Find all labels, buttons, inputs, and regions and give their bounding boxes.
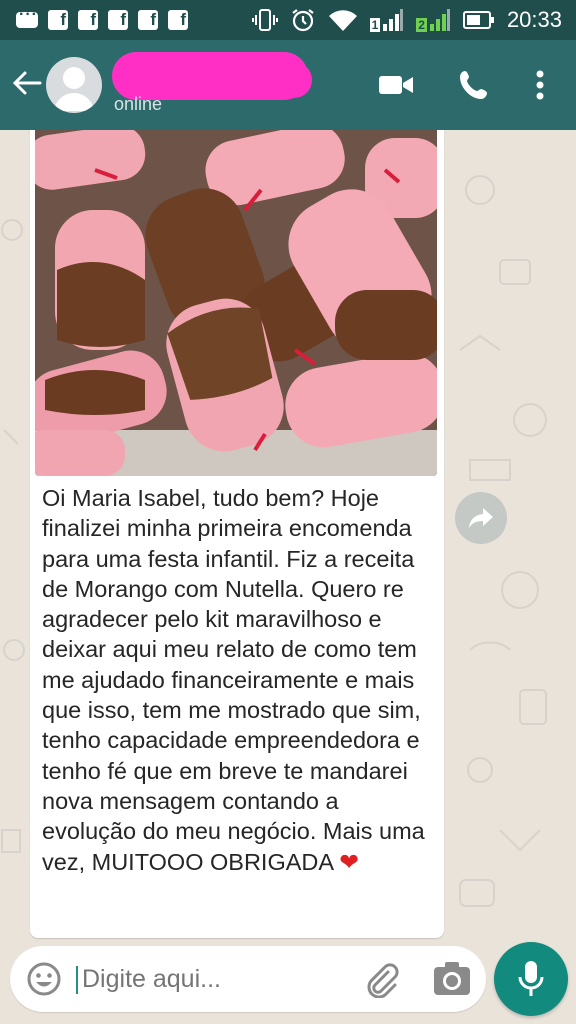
sim1-label: 1 <box>369 18 381 32</box>
sim2-label: 2 <box>416 18 427 32</box>
text-caret <box>76 966 78 994</box>
video-call-icon <box>379 76 413 94</box>
clock: 20:33 <box>506 7 562 32</box>
message-text: Oi Maria Isabel, tudo bem? Hoje finalize… <box>42 483 438 877</box>
message-input-container[interactable] <box>10 946 486 1012</box>
back-arrow-icon[interactable] <box>10 66 44 100</box>
attach-icon[interactable] <box>362 960 400 998</box>
forward-icon <box>469 508 493 528</box>
microphone-icon <box>518 961 544 996</box>
vibrate-icon <box>251 9 278 31</box>
facebook-icon: f <box>78 10 98 30</box>
signal-icon <box>429 9 450 31</box>
camera-icon[interactable] <box>432 960 472 998</box>
battery-icon <box>462 11 494 29</box>
emoji-icon[interactable] <box>26 961 62 997</box>
input-bar <box>0 940 576 1024</box>
facebook-icon: f <box>48 10 68 30</box>
photo-strawberry-nutella-ice-pops <box>35 130 437 476</box>
redacted-contact-name[interactable] <box>112 52 312 100</box>
status-bar: f f f f f 1 2 <box>0 0 576 40</box>
chat-icon <box>16 6 38 31</box>
signal-icon <box>383 9 404 31</box>
heart-emoji-icon: ❤ <box>339 848 359 875</box>
message-input[interactable] <box>82 962 352 996</box>
contact-status: online <box>114 94 163 114</box>
phone-call-icon <box>460 71 487 99</box>
message-photo[interactable] <box>35 130 437 476</box>
chat-header: online <box>0 40 576 130</box>
wifi-icon <box>328 10 357 32</box>
message-body: Oi Maria Isabel, tudo bem? Hoje finalize… <box>42 485 432 875</box>
more-options-button[interactable] <box>520 68 560 102</box>
avatar[interactable] <box>46 57 102 113</box>
facebook-icon: f <box>108 10 128 30</box>
video-call-button[interactable] <box>376 68 416 102</box>
alarm-icon <box>291 9 314 32</box>
chat-area[interactable]: Oi Maria Isabel, tudo bem? Hoje finalize… <box>0 130 576 940</box>
voice-message-button[interactable] <box>494 942 568 1016</box>
message-bubble[interactable]: Oi Maria Isabel, tudo bem? Hoje finalize… <box>30 130 444 938</box>
facebook-icon: f <box>168 10 188 30</box>
phone-call-button[interactable] <box>454 68 494 102</box>
facebook-icon: f <box>138 10 158 30</box>
more-vert-icon <box>536 70 544 100</box>
forward-button[interactable] <box>455 492 507 544</box>
avatar-icon <box>54 67 94 111</box>
